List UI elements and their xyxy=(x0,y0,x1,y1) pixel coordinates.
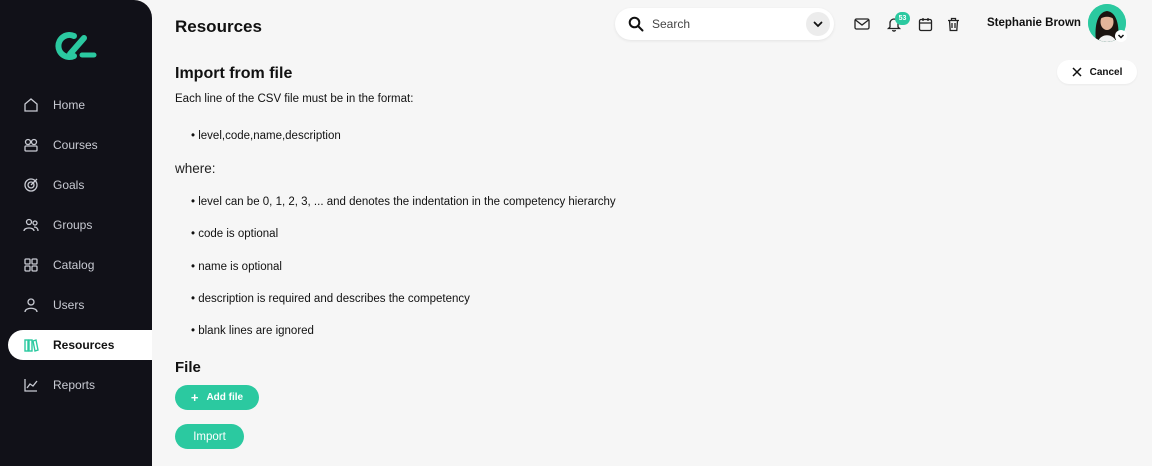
add-file-label: Add file xyxy=(206,392,244,403)
format-intro: Each line of the CSV file must be in the… xyxy=(175,93,414,105)
where-label: where: xyxy=(175,161,216,176)
rule-item: • level can be 0, 1, 2, 3, ... and denot… xyxy=(191,196,616,208)
sidebar-item-home[interactable]: Home xyxy=(8,90,152,120)
page-title: Resources xyxy=(175,17,262,36)
home-icon xyxy=(22,96,40,114)
sidebar-item-resources[interactable]: Resources xyxy=(8,330,152,360)
sidebar-item-reports[interactable]: Reports xyxy=(8,370,152,400)
file-section-title: File xyxy=(175,359,201,376)
sidebar-item-label: Home xyxy=(53,98,86,112)
chevron-down-icon[interactable] xyxy=(806,12,830,36)
trash-icon[interactable] xyxy=(944,15,962,33)
sidebar-item-courses[interactable]: Courses xyxy=(8,130,152,160)
groups-icon xyxy=(22,216,40,234)
rule-item: • name is optional xyxy=(191,261,282,273)
sidebar: Home Courses Goals Groups Catalog Users xyxy=(0,0,152,466)
sidebar-item-label: Resources xyxy=(53,338,115,352)
cancel-label: Cancel xyxy=(1089,66,1123,78)
users-icon xyxy=(22,296,40,314)
sidebar-item-label: Groups xyxy=(53,218,93,232)
mail-icon[interactable] xyxy=(853,15,871,33)
sidebar-item-catalog[interactable]: Catalog xyxy=(8,250,152,280)
sidebar-item-label: Courses xyxy=(53,138,98,152)
courses-icon xyxy=(22,136,40,154)
search-input[interactable]: Search xyxy=(652,17,806,31)
sidebar-item-groups[interactable]: Groups xyxy=(8,210,152,240)
chevron-down-icon[interactable] xyxy=(1115,30,1127,42)
search-icon xyxy=(628,16,644,32)
catalog-icon xyxy=(22,256,40,274)
user-name[interactable]: Stephanie Brown xyxy=(987,17,1081,29)
search-bar[interactable]: Search xyxy=(615,8,834,40)
cancel-button[interactable]: Cancel xyxy=(1057,60,1137,84)
brand-logo[interactable] xyxy=(54,30,98,62)
rule-item: • description is required and describes … xyxy=(191,293,470,305)
calendar-icon[interactable] xyxy=(916,15,934,33)
sidebar-item-label: Reports xyxy=(53,378,96,392)
sidebar-item-label: Goals xyxy=(53,178,85,192)
reports-icon xyxy=(22,376,40,394)
sidebar-item-label: Catalog xyxy=(53,258,95,272)
rule-item: • code is optional xyxy=(191,228,279,240)
sidebar-item-users[interactable]: Users xyxy=(8,290,152,320)
import-button[interactable]: Import xyxy=(175,424,244,449)
rule-item: • blank lines are ignored xyxy=(191,325,314,337)
goals-icon xyxy=(22,176,40,194)
plus-icon: + xyxy=(190,390,199,405)
section-title: Import from file xyxy=(175,65,293,82)
format-line: • level,code,name,description xyxy=(191,130,341,142)
notification-badge: 53 xyxy=(895,12,910,25)
resources-icon xyxy=(22,336,40,354)
sidebar-item-label: Users xyxy=(53,298,85,312)
add-file-button[interactable]: + Add file xyxy=(175,385,259,410)
sidebar-item-goals[interactable]: Goals xyxy=(8,170,152,200)
close-icon xyxy=(1072,67,1082,77)
